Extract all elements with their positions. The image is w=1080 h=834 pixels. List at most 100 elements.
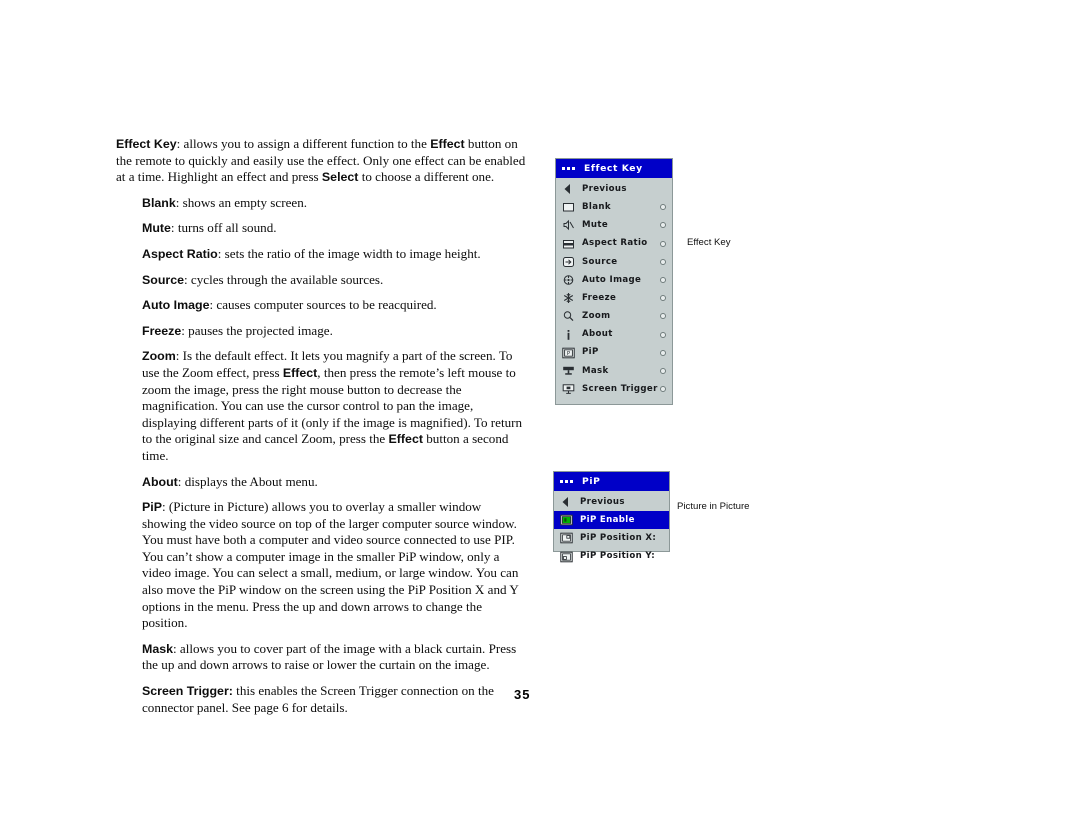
osd-menu-item[interactable]: Zoom [556,307,672,325]
left-triangle-icon [559,496,574,509]
osd-menu-item[interactable]: PiP Position X: [554,529,669,547]
osd-menu-item[interactable]: Aspect Ratio [556,235,672,253]
osd-menu-item-label: PiP Position Y: [580,551,656,562]
osd-title-label: PiP [582,476,601,487]
freeze-snowflake-icon [561,292,576,305]
osd-menu-item[interactable]: Blank [556,198,672,216]
radio-button[interactable] [660,331,666,338]
source-arrow-icon [561,255,576,268]
mute-speaker-icon [561,219,576,232]
osd-menu-item[interactable]: Previous [556,180,672,198]
mask-curtain-icon [561,364,576,377]
text-run-bold: Blank [142,195,176,210]
text-run: : turns off all sound. [170,220,277,236]
osd-menu-item-label: PiP [582,347,599,358]
text-run-bold: Auto Image [142,298,210,313]
text-run: : allows you to cover part of the image … [142,640,517,673]
text-run-bold: Source [142,272,185,287]
paragraph: Source: cycles through the available sou… [142,272,528,289]
radio-button[interactable] [660,313,666,320]
menu-dots-icon [560,480,573,483]
radio-button[interactable] [660,386,666,393]
paragraph: Mute: turns off all sound. [142,220,528,237]
osd-menu-item-label: Zoom [582,311,611,322]
pip-position-y-icon [559,550,574,563]
osd-menu-item-label: Blank [582,201,611,212]
osd-menu-pip[interactable]: PiP Previous PiP Enable PiP Position X: PiP… [553,471,670,562]
osd-menu-item[interactable]: P PiP [556,344,672,362]
osd-menu-item[interactable]: PiP Enable [554,511,669,530]
text-run: : allows you to assign a different funct… [176,136,431,151]
osd-row-list-pip: Previous PiP Enable PiP Position X: PiP Pos… [554,491,669,566]
osd-menu-item[interactable]: About [556,326,672,344]
osd-menu-item-label: PiP Enable [580,514,635,525]
callout-picture-in-picture: Picture in Picture [677,501,750,512]
text-run-bold: Effect [282,365,318,380]
osd-menu-item[interactable]: Auto Image [556,271,672,289]
osd-menu-item-label: Freeze [582,292,617,303]
radio-button[interactable] [660,240,666,247]
text-run-bold: Mask [142,641,173,656]
screen-trigger-icon [561,383,576,396]
text-run: to choose a different one. [358,169,495,185]
magnifier-icon [561,310,576,323]
osd-menu-item[interactable]: Mask [556,362,672,380]
text-run-bold: Aspect Ratio [142,246,218,261]
radio-button[interactable] [660,277,666,284]
osd-menu-item[interactable]: Screen Trigger [556,380,672,398]
text-run-bold: PiP [142,500,162,515]
osd-menu-item-label: Auto Image [582,274,642,285]
blank-screen-icon [561,201,576,214]
pip-position-x-icon [559,532,574,545]
paragraph: Aspect Ratio: sets the ratio of the imag… [142,246,528,263]
aspect-ratio-icon [561,237,576,250]
text-run: : pauses the projected image. [181,322,333,338]
paragraph: Freeze: pauses the projected image. [142,323,528,340]
osd-title-label: Effect Key [584,163,643,174]
text-run: : causes computer sources to be reacquir… [209,297,437,313]
osd-menu-item-label: Source [582,256,618,267]
paragraph: Screen Trigger: this enables the Screen … [142,683,528,716]
osd-menu-item-label: Mute [582,220,609,231]
text-run-bold: Zoom [142,349,176,364]
paragraph: Blank: shows an empty screen. [142,195,528,212]
osd-titlebar-pip: PiP [554,472,669,491]
radio-button[interactable] [660,204,666,211]
osd-menu-item[interactable]: Freeze [556,289,672,307]
osd-menu-item[interactable]: Previous [554,493,669,511]
info-i-icon [561,328,576,341]
text-run-bold: Effect Key [116,137,177,151]
paragraph: PiP: (Picture in Picture) allows you to … [142,499,528,632]
radio-button[interactable] [660,222,666,229]
osd-row-list-effect-key: Previous Blank Mute Aspect Ratio Source Auto … [556,178,672,398]
text-run: : cycles through the available sources. [184,271,384,287]
osd-menu-effect-key[interactable]: Effect Key Previous Blank Mute Aspect Ratio… [555,158,673,405]
callout-effect-key: Effect Key [687,237,731,248]
text-run-bold: Effect [430,137,465,151]
radio-button[interactable] [660,258,666,265]
osd-menu-item-label: About [582,329,613,340]
page-number: 35 [514,687,531,702]
pip-window-icon: P [561,346,576,359]
radio-button[interactable] [660,295,666,302]
osd-menu-item-label: Screen Trigger [582,383,658,394]
radio-button[interactable] [660,367,666,374]
osd-menu-item[interactable]: Source [556,253,672,271]
text-run: : (Picture in Picture) allows you to ove… [142,499,519,631]
osd-menu-item[interactable]: PiP Position Y: [554,548,669,566]
paragraph: Effect Key: allows you to assign a diffe… [116,136,528,186]
menu-dots-icon [562,167,575,170]
osd-titlebar-effect-key: Effect Key [556,159,672,178]
pip-enable-icon [559,514,574,527]
text-run-bold: Screen Trigger: [142,684,233,699]
text-run: : sets the ratio of the image width to i… [217,245,481,261]
osd-menu-item[interactable]: Mute [556,216,672,234]
paragraph: About: displays the About menu. [142,474,528,491]
auto-image-icon [561,274,576,287]
document-text-column: Effect Key: allows you to assign a diffe… [116,136,528,725]
text-run-bold: Select [321,170,359,185]
radio-button[interactable] [660,349,666,356]
paragraph: Mask: allows you to cover part of the im… [142,641,528,674]
text-run: : displays the About menu. [177,473,318,489]
paragraph: Auto Image: causes computer sources to b… [142,297,528,314]
